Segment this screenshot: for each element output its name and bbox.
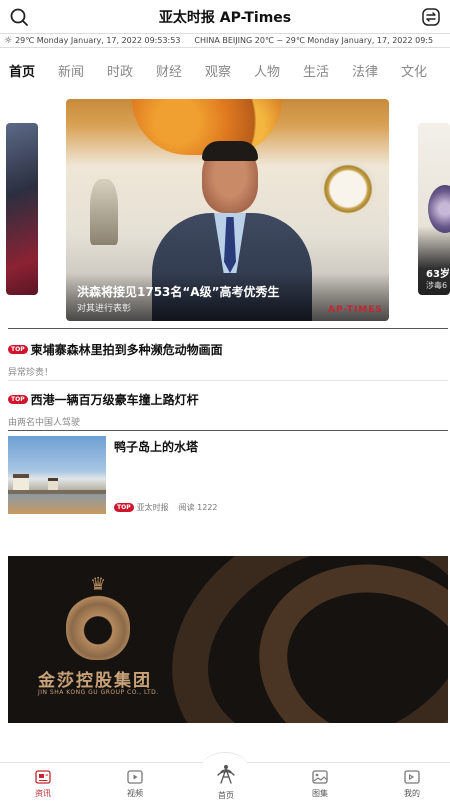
news-title[interactable]: 鸭子岛上的水塔	[114, 438, 198, 455]
clock-decoration	[320, 161, 376, 217]
nav-label: 我的	[404, 789, 420, 798]
section-divider	[8, 328, 448, 329]
news-meta: TOP 亚太时报 阅读 1222	[114, 502, 218, 513]
app-header: 亚太时报 AP-Times	[0, 0, 450, 33]
top-badge: TOP	[8, 345, 28, 354]
list-item[interactable]: TOP 柬埔寨森林里拍到多种濒危动物画面 异常珍贵！	[8, 341, 448, 378]
section-divider	[8, 430, 448, 431]
image-list-item[interactable]: 鸭子岛上的水塔 TOP 亚太时报 阅读 1222	[8, 436, 448, 514]
category-tabs: 首页 新闻 时政 财经 观察 人物 生活 法律 文化	[0, 55, 450, 85]
nav-gallery[interactable]: 图集	[297, 770, 343, 799]
news-title[interactable]: 西港一辆百万级豪车撞上路灯杆	[31, 391, 199, 408]
tab-law[interactable]: 法律	[345, 61, 385, 80]
nav-label[interactable]: 首页	[203, 790, 249, 801]
read-count: 阅读 1222	[178, 503, 218, 512]
tab-finance[interactable]: 财经	[149, 61, 189, 80]
top-badge: TOP	[8, 395, 28, 404]
item-divider	[8, 380, 448, 381]
carousel-main-card[interactable]: 洪森将接见1753名“A级”高考优秀生 对其进行表彰 AP-TIMES	[66, 99, 389, 321]
profile-icon	[404, 770, 420, 784]
water-tower-thumbnail	[8, 436, 106, 514]
home-radio-icon[interactable]	[214, 758, 238, 784]
tab-observation[interactable]: 观察	[198, 61, 238, 80]
tab-home[interactable]: 首页	[2, 61, 42, 80]
ad-banner[interactable]: ♛ 金莎控股集团 JIN SHA KONG GU GROUP CO., LTD.	[8, 556, 448, 723]
sun-icon: ☼	[4, 35, 13, 46]
tab-politics[interactable]: 时政	[100, 61, 140, 80]
news-subtitle: 异常珍贵！	[8, 368, 54, 378]
tab-culture[interactable]: 文化	[394, 61, 434, 80]
top-badge: TOP	[114, 503, 134, 512]
carousel-next-subtitle: 涉毒6	[426, 281, 448, 290]
tab-news[interactable]: 新闻	[51, 61, 91, 80]
ad-brand-name: 金莎控股集团	[38, 671, 152, 691]
carousel-subtitle: 对其进行表彰	[77, 304, 132, 314]
news-subtitle: 由两名中国人驾驶	[8, 418, 81, 428]
news-source: 亚太时报	[136, 503, 169, 512]
watermark: AP-TIMES	[328, 305, 383, 315]
ticker-segment: 29℃ Monday January, 17, 2022 09:53:53	[15, 36, 181, 45]
ticker-segment: CHINA BEIJING 20℃ ~ 29℃ Monday January, …	[194, 36, 434, 45]
news-title[interactable]: 柬埔寨森林里拍到多种濒危动物画面	[31, 341, 223, 358]
weather-ticker: ☼ 29℃ Monday January, 17, 2022 09:53:53 …	[0, 33, 450, 48]
carousel-prev-card[interactable]	[6, 123, 38, 295]
ad-brand-english: JIN SHA KONG GU GROUP CO., LTD.	[38, 689, 159, 696]
lion-logo-icon	[66, 594, 130, 660]
news-icon	[35, 770, 51, 784]
gallery-icon	[312, 770, 328, 784]
nav-news[interactable]: 资讯	[20, 770, 66, 799]
nav-label: 视频	[127, 789, 143, 798]
video-icon	[127, 770, 143, 784]
carousel-next-title: 63岁	[426, 269, 450, 280]
nav-video[interactable]: 视频	[112, 770, 158, 799]
app-title: 亚太时报 AP-Times	[158, 9, 292, 26]
nav-label: 资讯	[35, 789, 51, 798]
carousel-title: 洪森将接见1753名“A级”高考优秀生	[77, 285, 280, 299]
tab-life[interactable]: 生活	[296, 61, 336, 80]
tab-people[interactable]: 人物	[247, 61, 287, 80]
headline-carousel[interactable]: 洪森将接见1753名“A级”高考优秀生 对其进行表彰 AP-TIMES 63岁 …	[0, 99, 450, 321]
crown-icon: ♛	[90, 574, 107, 595]
nav-profile[interactable]: 我的	[389, 770, 435, 799]
switch-icon[interactable]	[420, 6, 442, 28]
search-icon[interactable]	[8, 6, 30, 28]
carousel-next-card[interactable]: 63岁 涉毒6	[418, 123, 450, 295]
trophy-decoration	[90, 179, 118, 245]
list-item[interactable]: TOP 西港一辆百万级豪车撞上路灯杆 由两名中国人驾驶	[8, 391, 448, 428]
nav-label: 图集	[312, 789, 328, 798]
